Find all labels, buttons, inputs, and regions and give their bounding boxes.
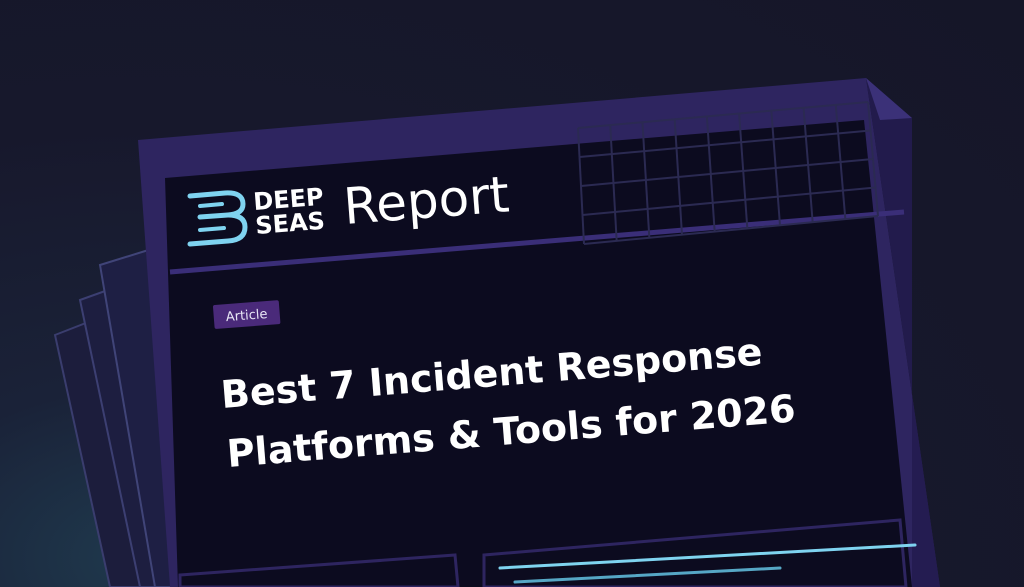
report-cover: DEEP SEAS Report Article Best 7 Incident…: [0, 0, 1024, 587]
article-badge-label: Article: [225, 307, 268, 325]
report-illustration: DEEP SEAS Report Article Best 7 Incident…: [53, 78, 940, 587]
brand-line-2: SEAS: [254, 207, 325, 240]
article-badge: Article: [212, 300, 281, 329]
